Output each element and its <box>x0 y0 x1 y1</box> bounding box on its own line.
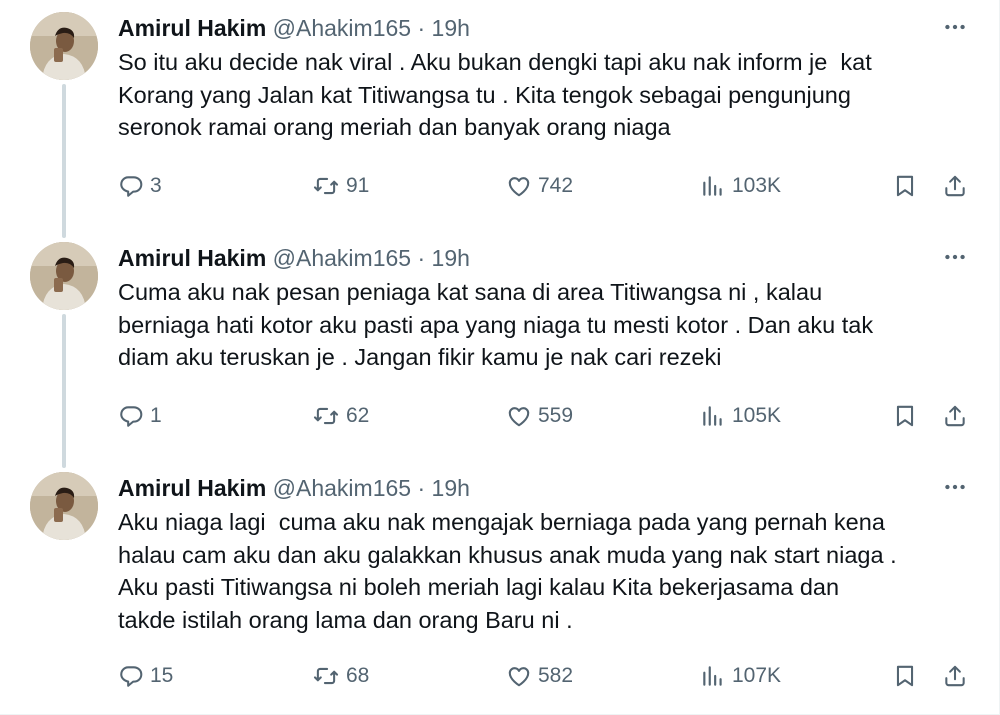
author-handle[interactable]: @Ahakim165 <box>273 475 411 501</box>
tweet[interactable]: Amirul Hakim @Ahakim165 · 19h Cuma aku n… <box>0 230 1000 468</box>
tweet-text: Cuma aku nak pesan peniaga kat sana di a… <box>118 279 874 370</box>
reply-button[interactable]: 1 <box>118 396 162 436</box>
views-button[interactable]: 105K <box>700 396 781 436</box>
like-count: 559 <box>538 404 574 427</box>
reply-count: 15 <box>150 664 174 687</box>
bookmark-icon <box>896 405 914 427</box>
share-icon <box>945 175 965 197</box>
like-button[interactable]: 559 <box>506 396 573 436</box>
author-name[interactable]: Amirul Hakim <box>118 475 266 501</box>
more-options-button[interactable] <box>938 240 972 274</box>
reply-button[interactable]: 15 <box>118 656 173 696</box>
tweet-actions: 1 62 559 105K <box>118 396 980 436</box>
bookmark-button[interactable] <box>892 166 918 206</box>
author-handle[interactable]: @Ahakim165 <box>273 245 411 271</box>
like-button[interactable]: 742 <box>506 166 573 206</box>
tweet-header: Amirul Hakim @Ahakim165 · 19h <box>118 243 470 273</box>
views-chart-icon <box>703 176 722 196</box>
tweet-timestamp[interactable]: 19h <box>432 475 470 501</box>
tweet-text: Aku niaga lagi cuma aku nak mengajak ber… <box>118 509 897 633</box>
more-horizontal-icon <box>945 254 965 260</box>
tweet-actions: 15 68 582 107K <box>118 656 980 696</box>
avatar[interactable] <box>30 472 98 540</box>
reply-icon <box>120 406 143 427</box>
separator-dot: · <box>417 245 426 271</box>
more-horizontal-icon <box>945 484 965 490</box>
heart-icon <box>508 177 530 197</box>
heart-icon <box>508 407 530 427</box>
view-count: 103K <box>732 174 782 197</box>
bookmark-button[interactable] <box>892 396 918 436</box>
repost-count: 91 <box>346 174 370 197</box>
tweet-thread: Amirul Hakim @Ahakim165 · 19h So itu aku… <box>0 0 1000 715</box>
repost-count: 68 <box>346 664 370 687</box>
share-icon <box>945 405 965 427</box>
view-count: 107K <box>732 664 782 687</box>
share-icon <box>945 665 965 687</box>
repost-count: 62 <box>346 404 370 427</box>
tweet-text: So itu aku decide nak viral . Aku bukan … <box>118 49 872 140</box>
separator-dot: · <box>417 475 426 501</box>
views-chart-icon <box>703 406 722 426</box>
share-button[interactable] <box>942 396 968 436</box>
reply-count: 1 <box>150 404 162 427</box>
more-horizontal-icon <box>945 24 965 30</box>
heart-icon <box>508 667 530 687</box>
more-options-button[interactable] <box>938 10 972 44</box>
tweet-timestamp[interactable]: 19h <box>432 245 470 271</box>
avatar[interactable] <box>30 242 98 310</box>
tweet-header: Amirul Hakim @Ahakim165 · 19h <box>118 473 470 503</box>
tweet[interactable]: Amirul Hakim @Ahakim165 · 19h So itu aku… <box>0 0 1000 238</box>
like-count: 582 <box>538 664 574 687</box>
reply-icon <box>120 666 143 687</box>
thread-connector-line <box>62 314 66 468</box>
views-button[interactable]: 103K <box>700 166 781 206</box>
repost-button[interactable]: 91 <box>312 166 369 206</box>
share-button[interactable] <box>942 656 968 696</box>
views-button[interactable]: 107K <box>700 656 781 696</box>
tweet-timestamp[interactable]: 19h <box>432 15 470 41</box>
more-options-button[interactable] <box>938 470 972 504</box>
repost-icon <box>313 667 339 685</box>
like-button[interactable]: 582 <box>506 656 573 696</box>
like-count: 742 <box>538 174 574 197</box>
tweet[interactable]: Amirul Hakim @Ahakim165 · 19h Aku niaga … <box>0 460 1000 715</box>
reply-count: 3 <box>150 174 162 197</box>
separator-dot: · <box>417 15 426 41</box>
bookmark-button[interactable] <box>892 656 918 696</box>
thread-connector-line <box>62 84 66 238</box>
author-name[interactable]: Amirul Hakim <box>118 15 266 41</box>
repost-button[interactable]: 62 <box>312 396 369 436</box>
bookmark-icon <box>896 665 914 687</box>
views-chart-icon <box>703 666 722 686</box>
repost-icon <box>313 177 339 195</box>
avatar[interactable] <box>30 12 98 80</box>
reply-icon <box>120 176 143 197</box>
bookmark-icon <box>896 175 914 197</box>
author-handle[interactable]: @Ahakim165 <box>273 15 411 41</box>
view-count: 105K <box>732 404 782 427</box>
repost-button[interactable]: 68 <box>312 656 369 696</box>
tweet-actions: 3 91 742 103K <box>118 166 980 206</box>
author-name[interactable]: Amirul Hakim <box>118 245 266 271</box>
repost-icon <box>313 407 339 425</box>
share-button[interactable] <box>942 166 968 206</box>
reply-button[interactable]: 3 <box>118 166 162 206</box>
tweet-header: Amirul Hakim @Ahakim165 · 19h <box>118 13 470 43</box>
